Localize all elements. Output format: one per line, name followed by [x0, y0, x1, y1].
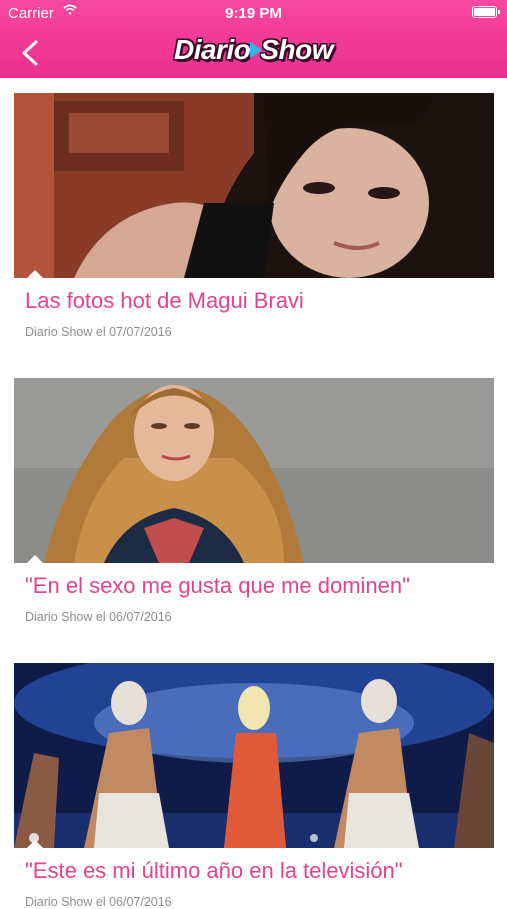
article-meta: Diario Show el 07/07/2016 — [25, 325, 172, 339]
status-bar: Carrier 9:19 PM — [0, 0, 507, 26]
article-image[interactable] — [14, 378, 494, 563]
article-title[interactable]: Las fotos hot de Magui Bravi — [25, 288, 304, 314]
article-image[interactable] — [14, 93, 494, 278]
battery-icon — [472, 6, 500, 18]
article-meta: Diario Show el 06/07/2016 — [25, 610, 172, 624]
article-meta: Diario Show el 06/07/2016 — [25, 895, 172, 909]
image-notch — [26, 840, 44, 849]
navigation-bar: Carrier 9:19 PM Diario Show — [0, 0, 507, 78]
clock: 9:19 PM — [225, 5, 282, 22]
image-notch — [26, 555, 44, 564]
app-logo: Diario Show — [0, 34, 507, 66]
article-title[interactable]: "Este es mi último año en la televisión" — [25, 858, 403, 884]
image-notch — [26, 270, 44, 279]
logo-text-show: Show — [260, 34, 334, 65]
logo-text-diario: Diario — [173, 34, 251, 65]
article-title[interactable]: "En el sexo me gusta que me dominen" — [25, 573, 410, 599]
article-image[interactable] — [14, 663, 494, 848]
